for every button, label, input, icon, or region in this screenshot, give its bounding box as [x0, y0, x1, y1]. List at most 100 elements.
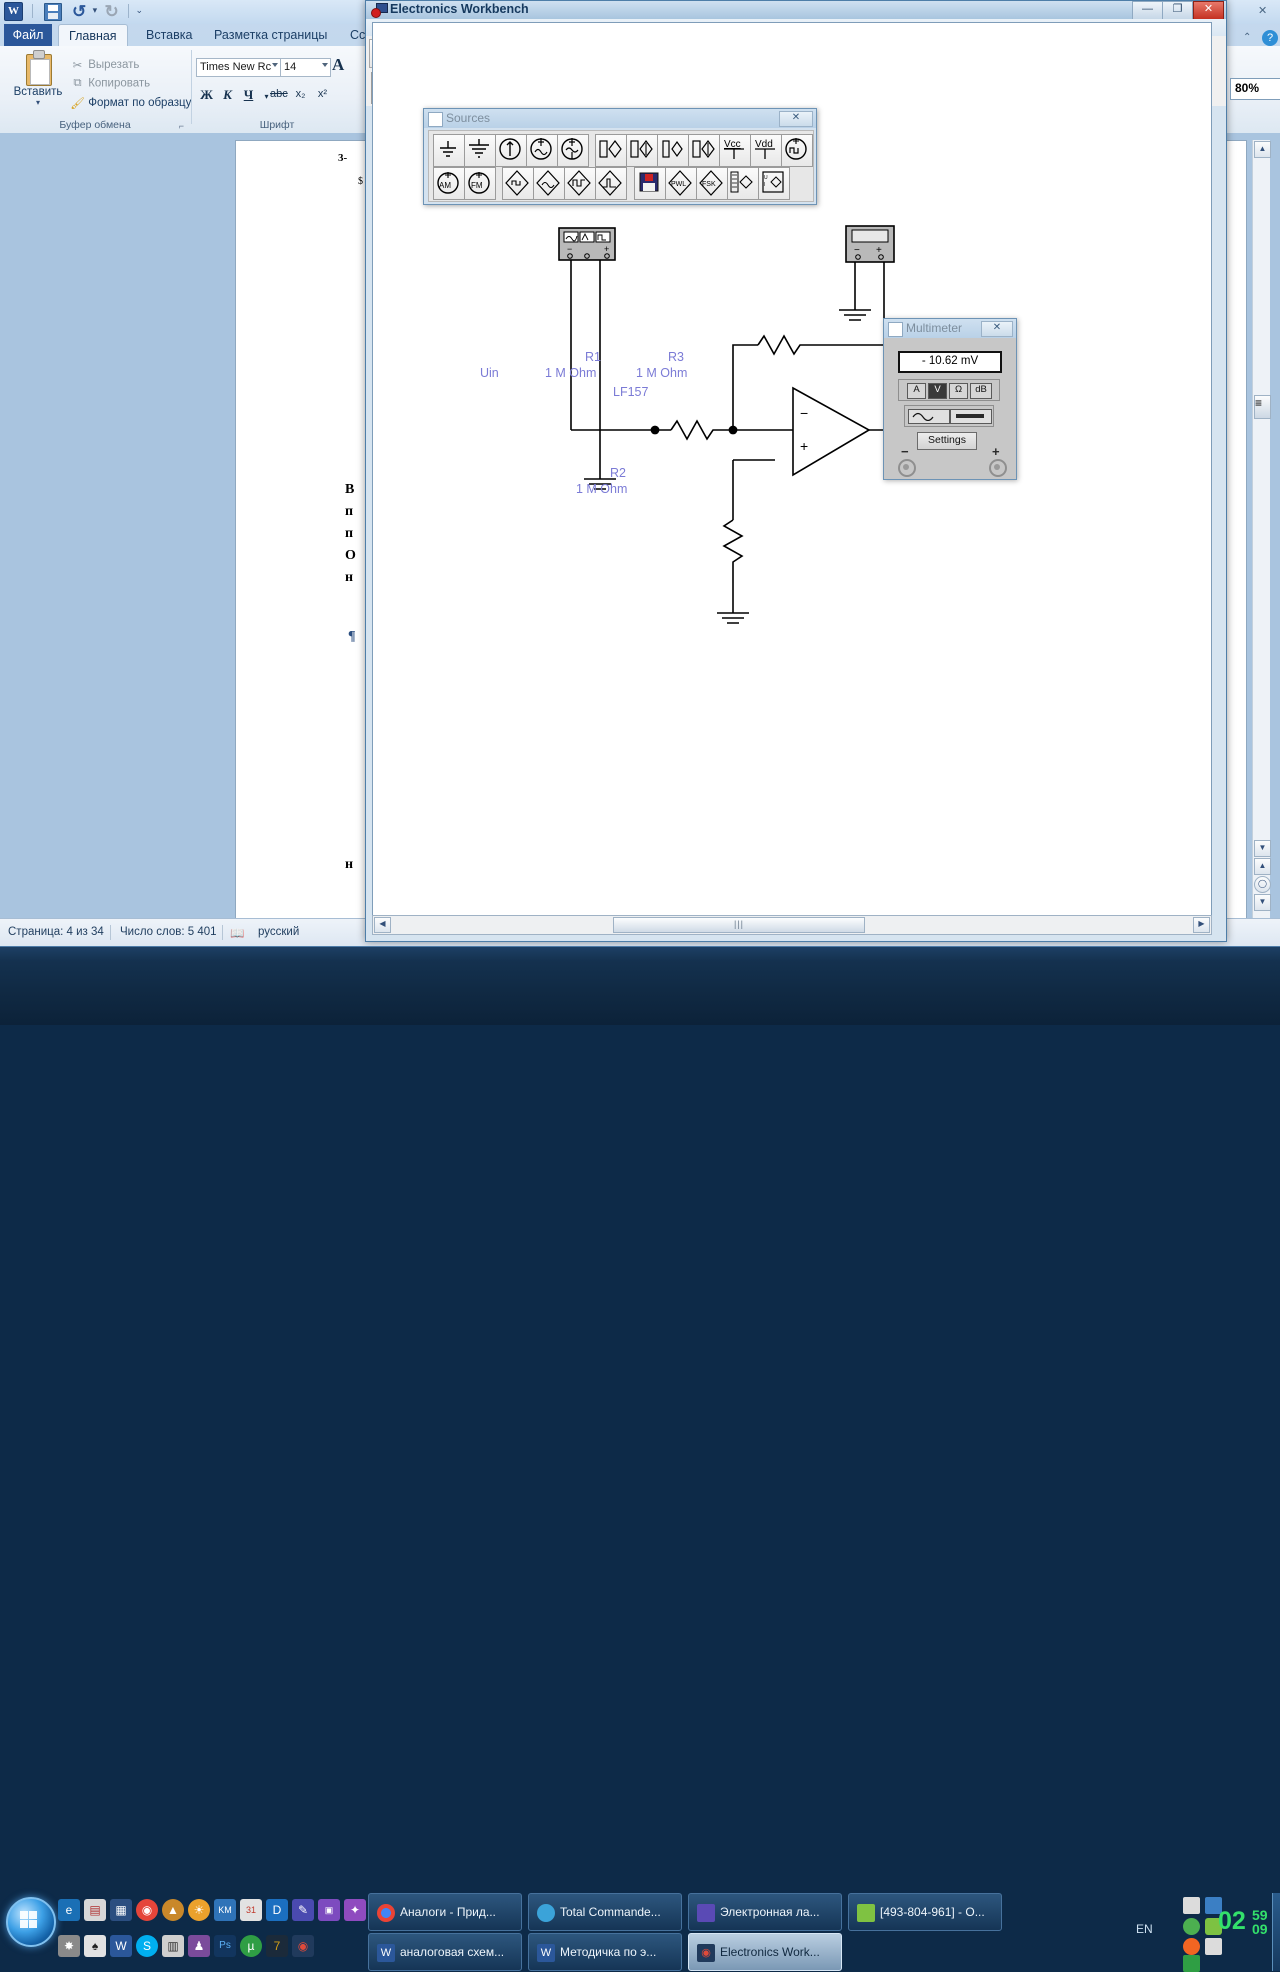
galaxy-icon[interactable]: ✦ — [344, 1899, 366, 1921]
messenger-icon[interactable] — [1183, 1897, 1200, 1914]
instrument-checkbox-icon[interactable] — [888, 322, 903, 337]
sources-palette[interactable]: Sources ✕ Vcc Vdd AM FM PWL FSK U I — [423, 108, 817, 205]
previous-page-button[interactable]: ▲ — [1254, 858, 1271, 875]
taskbar-word-analog[interactable]: Wаналоговая схем... — [368, 1933, 522, 1971]
winrar-icon[interactable]: ▣ — [318, 1899, 340, 1921]
vcc-source-icon[interactable]: Vcc — [719, 134, 751, 167]
minimize-icon[interactable]: — — [1132, 1, 1163, 20]
voltage-controlled-current-icon[interactable] — [626, 134, 658, 167]
chevron-down-icon-2[interactable] — [322, 63, 328, 67]
close-icon[interactable]: ✕ — [779, 111, 813, 127]
scroll-thumb[interactable]: ≡ — [1254, 395, 1271, 419]
terminal-minus[interactable] — [898, 459, 916, 477]
photoshop-icon[interactable]: Ps — [214, 1935, 236, 1957]
tab-file[interactable]: Файл — [4, 24, 52, 46]
page-indicator[interactable]: Страница: 4 из 34 — [8, 926, 104, 938]
dialog-launcher-icon[interactable]: ⌐ — [179, 121, 184, 131]
current-controlled-current-icon[interactable] — [688, 134, 720, 167]
save-icon[interactable] — [43, 2, 62, 21]
subscript-button[interactable]: x₂ — [292, 86, 309, 103]
voltage-controlled-sine-icon[interactable] — [502, 167, 534, 200]
ac-voltage-source-icon[interactable] — [526, 134, 558, 167]
settings-gear-icon[interactable]: ✸ — [58, 1935, 80, 1957]
taskbar-word-method[interactable]: W Методичка по э... — [528, 1933, 682, 1971]
electronics-workbench-icon[interactable]: ◉ — [292, 1935, 314, 1957]
collapse-ribbon-icon[interactable]: ⌃ — [1243, 32, 1251, 43]
terminal-plus[interactable] — [989, 459, 1007, 477]
voltage-controlled-voltage-icon[interactable] — [595, 134, 627, 167]
voltmeter-mode-button[interactable]: V — [928, 383, 947, 399]
calendar-icon[interactable]: 31 — [240, 1899, 262, 1921]
nonlinear-dependent-icon[interactable]: UI — [758, 167, 790, 200]
ammeter-mode-button[interactable]: A — [907, 383, 926, 399]
voltage-controlled-square-icon[interactable] — [564, 167, 596, 200]
ewb-title-bar[interactable]: Electronics Workbench — ❐ ✕ — [366, 1, 1226, 20]
help-icon[interactable]: ? — [1262, 30, 1278, 46]
zoom-level-select[interactable]: 80% — [1230, 78, 1280, 100]
chevron-down-icon[interactable] — [272, 63, 278, 67]
word-close-icon[interactable]: ✕ — [1258, 4, 1267, 17]
proofing-errors-icon[interactable]: 📖 — [230, 926, 244, 940]
language-indicator[interactable]: EN — [1136, 1922, 1153, 1936]
clock-source-icon[interactable] — [781, 134, 813, 167]
grow-font-button[interactable]: A — [332, 55, 344, 75]
word-count-indicator[interactable]: Число слов: 5 401 — [120, 926, 217, 938]
calculator-icon[interactable]: ▥ — [162, 1935, 184, 1957]
canvas-horizontal-scrollbar[interactable]: ◀ ||| ▶ — [372, 915, 1212, 935]
scroll-up-button[interactable]: ▲ — [1254, 141, 1271, 158]
clock[interactable]: 02 59 09 — [1218, 1907, 1268, 1937]
palette-checkbox-icon[interactable] — [428, 112, 443, 127]
bold-button[interactable]: Ж — [198, 86, 215, 103]
update-icon[interactable] — [1183, 1938, 1200, 1955]
fm-source-icon[interactable]: FM — [464, 167, 496, 200]
daum-potplayer-icon[interactable]: D — [266, 1899, 288, 1921]
voltage-controlled-triangle-icon[interactable] — [533, 167, 565, 200]
ac-mode-icon[interactable] — [908, 409, 950, 424]
dc-mode-icon[interactable] — [950, 409, 992, 424]
utorrent-icon[interactable]: µ — [240, 1935, 262, 1957]
taskbar-total-commander[interactable]: Total Commande... — [528, 1893, 682, 1931]
next-page-button[interactable]: ▼ — [1254, 894, 1271, 911]
current-controlled-voltage-icon[interactable] — [657, 134, 689, 167]
tab-insert[interactable]: Вставка — [136, 24, 202, 46]
sdr-tool-icon[interactable]: ✎ — [292, 1899, 314, 1921]
select-browse-object-button[interactable]: ◯ — [1254, 876, 1271, 893]
customize-qat-icon[interactable]: ⌄ — [135, 5, 143, 15]
polynomial-source-icon[interactable] — [727, 167, 759, 200]
cards-game-icon[interactable]: ♠ — [84, 1935, 106, 1957]
close-icon[interactable]: ✕ — [1193, 1, 1224, 20]
utility-icon[interactable]: ▲ — [162, 1899, 184, 1921]
ground-icon[interactable] — [433, 134, 465, 167]
tab-page-layout[interactable]: Разметка страницы — [204, 24, 337, 46]
windows-start-orb[interactable] — [6, 1897, 56, 1947]
kmplayer-icon[interactable]: KM — [214, 1899, 236, 1921]
controlled-one-shot-icon[interactable] — [595, 167, 627, 200]
penguin-icon[interactable]: ♟ — [188, 1935, 210, 1957]
ohmmeter-mode-button[interactable]: Ω — [949, 383, 968, 399]
font-family-input[interactable]: Times New Rc — [196, 58, 281, 77]
underline-button[interactable]: Ч — [240, 86, 257, 103]
vdd-source-icon[interactable]: Vdd — [750, 134, 782, 167]
microsoft-word-icon[interactable]: W — [110, 1935, 132, 1957]
taskbar-electronic-lab[interactable]: Электронная ла... — [688, 1893, 842, 1931]
tab-home[interactable]: Главная — [58, 24, 128, 47]
word-vertical-scrollbar[interactable]: ▲ ≡ ▼ ▲ ◯ ▼ — [1252, 140, 1271, 918]
pwl-source-icon[interactable]: PWL — [665, 167, 697, 200]
decibel-mode-button[interactable]: dB — [970, 383, 992, 399]
font-size-input[interactable]: 14 — [280, 58, 331, 77]
settings-button[interactable]: Settings — [917, 432, 977, 450]
h-scroll-thumb[interactable]: ||| — [613, 917, 865, 933]
undo-dropdown-icon[interactable]: ▾ — [93, 5, 98, 15]
dc-current-source-icon[interactable] — [495, 134, 527, 167]
sources-title-bar[interactable]: Sources ✕ — [424, 109, 816, 128]
scroll-down-button[interactable]: ▼ — [1254, 840, 1271, 857]
restore-icon[interactable]: ❐ — [1162, 1, 1193, 20]
skype-icon[interactable]: S — [136, 1935, 158, 1957]
save-icon[interactable]: ▤ — [84, 1899, 106, 1921]
undo-icon[interactable]: ↺ — [72, 3, 86, 20]
display-icon[interactable]: ▦ — [110, 1899, 132, 1921]
ac-current-source-icon[interactable] — [557, 134, 589, 167]
volume-icon[interactable] — [1205, 1938, 1222, 1955]
taskbar-notes[interactable]: [493-804-961] - О... — [848, 1893, 1002, 1931]
language-indicator[interactable]: русский — [258, 926, 299, 938]
